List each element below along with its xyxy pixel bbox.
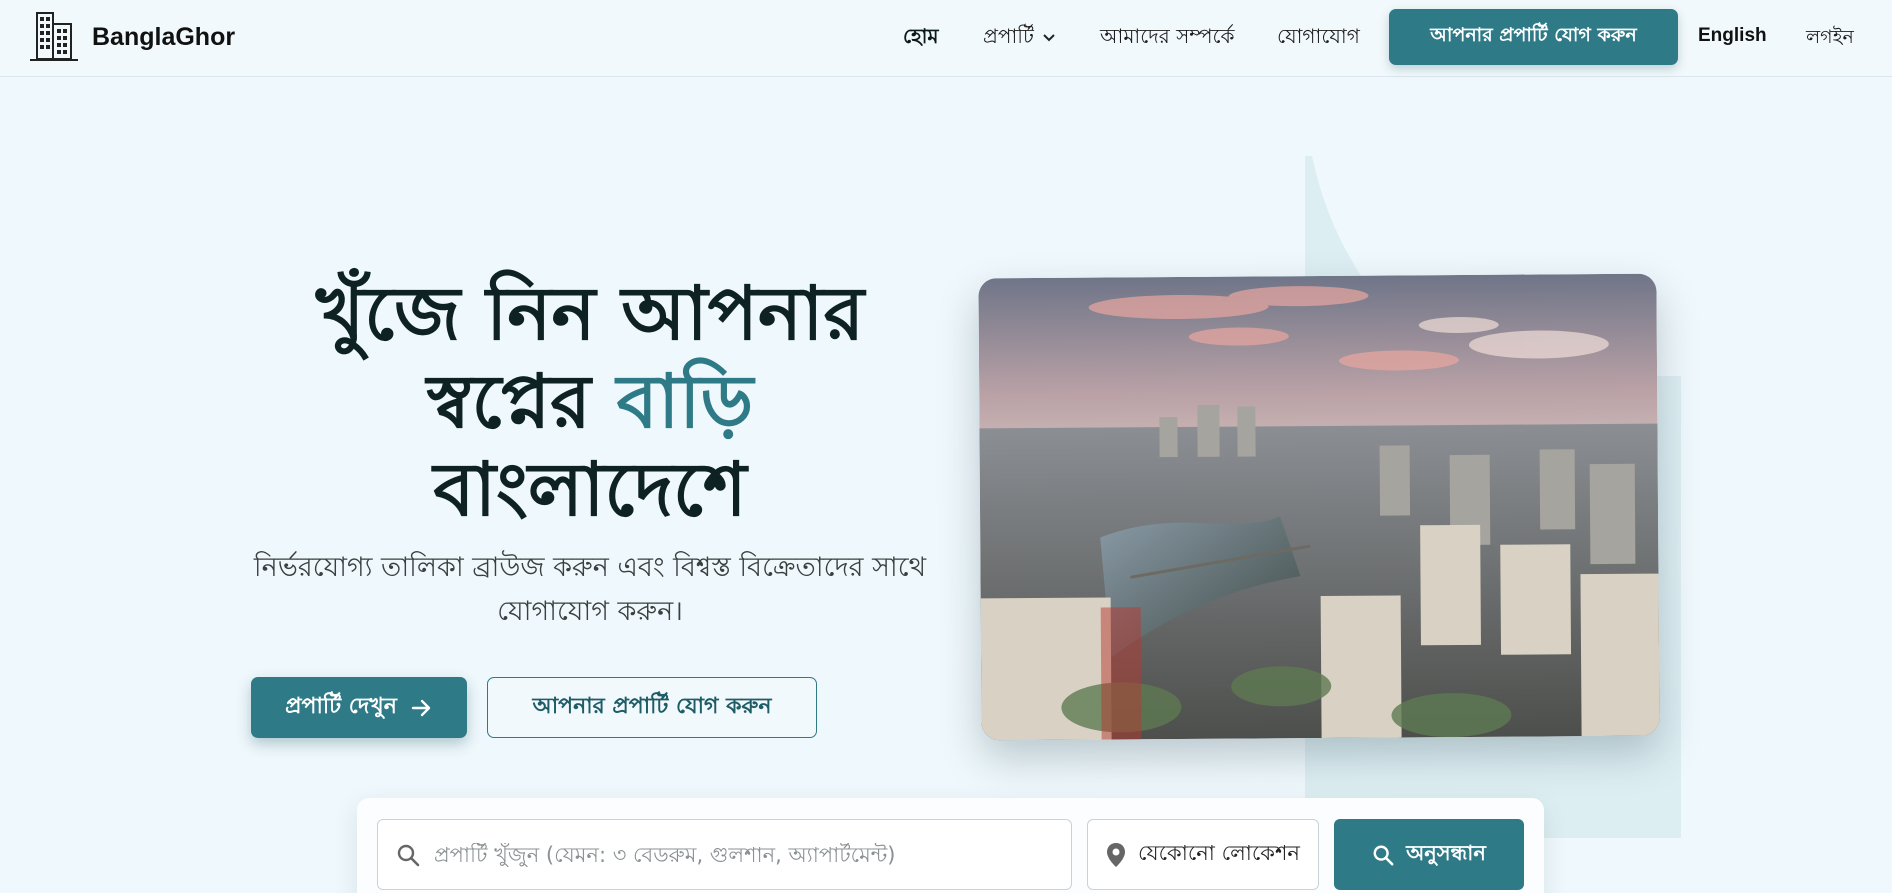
hero-title-accent: বাড়ি — [616, 359, 754, 445]
search-button-label: অনুসন্ধান — [1406, 841, 1486, 865]
search-field[interactable] — [377, 819, 1072, 890]
nav-home[interactable]: হোম — [903, 22, 939, 55]
chevron-down-icon — [1043, 33, 1055, 41]
view-properties-label: প্রপার্টি দেখুন — [285, 694, 397, 719]
nav-about[interactable]: আমাদের সম্পর্কে — [1100, 22, 1235, 55]
brand-logo[interactable]: BanglaGhor — [28, 10, 235, 64]
hero-title-line2: স্বপ্নের — [426, 359, 617, 445]
nav-property-label: প্রপার্টি — [983, 24, 1034, 48]
location-value: যেকোনো লোকেশন — [1138, 841, 1300, 865]
add-property-nav-button[interactable]: আপনার প্রপার্টি যোগ করুন — [1389, 9, 1678, 65]
search-card: যেকোনো লোকেশন অনুসন্ধান — [357, 798, 1544, 893]
city-skyline-image — [978, 273, 1660, 741]
language-toggle[interactable]: English — [1698, 25, 1767, 47]
hero-subtitle: নির্ভরযোগ্য তালিকা ব্রাউজ করুন এবং বিশ্ব… — [253, 552, 927, 627]
nav-property-dropdown[interactable]: প্রপার্টি — [983, 22, 1056, 55]
search-button[interactable]: অনুসন্ধান — [1334, 819, 1524, 890]
building-icon — [30, 12, 78, 61]
search-input[interactable] — [434, 842, 1054, 867]
hero-title-line3: বাংলাদেশে — [433, 447, 747, 533]
brand-name: BanglaGhor — [92, 22, 236, 51]
location-select[interactable]: যেকোনো লোকেশন — [1087, 819, 1319, 890]
arrow-right-icon — [411, 699, 431, 716]
search-icon — [397, 844, 420, 866]
nav-login[interactable]: লগইন — [1806, 23, 1854, 55]
nav-contact[interactable]: যোগাযোগ — [1277, 22, 1360, 55]
view-properties-button[interactable]: প্রপার্টি দেখুন — [251, 677, 467, 738]
hero-title: খুঁজে নিন আপনার স্বপ্নের বাড়ি বাংলাদেশে — [220, 270, 960, 534]
add-property-button[interactable]: আপনার প্রপার্টি যোগ করুন — [487, 677, 817, 738]
site-header: BanglaGhor হোম প্রপার্টি আমাদের সম্পর্কে… — [0, 0, 1892, 77]
location-pin-icon — [1107, 842, 1125, 867]
search-icon — [1373, 845, 1394, 865]
hero-title-line1: খুঁজে নিন আপনার — [315, 271, 865, 357]
